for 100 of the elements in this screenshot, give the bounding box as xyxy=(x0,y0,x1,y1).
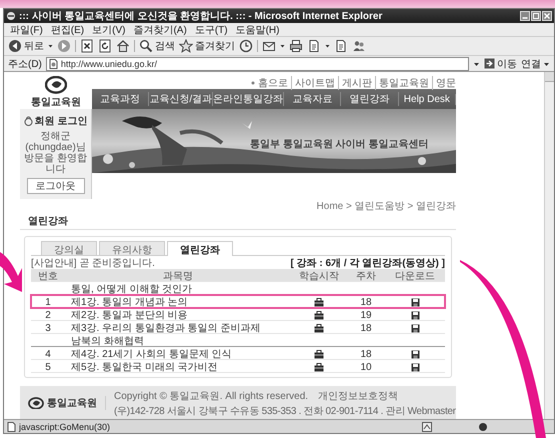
lecture-row[interactable]: 1 제1강. 통일의 개념과 논의 18 xyxy=(31,295,445,308)
page-icon xyxy=(48,58,58,68)
people-icon[interactable] xyxy=(352,39,366,53)
nav-item[interactable]: 교육자료 xyxy=(284,92,342,106)
zone-icon xyxy=(422,422,432,432)
arrow-icon xyxy=(484,58,495,69)
bullet-icon xyxy=(251,80,255,84)
lecture-title[interactable]: 제1강. 통일의 개념과 논의 xyxy=(65,295,291,309)
address-field[interactable]: http://www.uniedu.go.kr/ xyxy=(46,56,469,70)
save-icon[interactable] xyxy=(410,310,420,320)
column-header: 과목명 xyxy=(162,270,194,283)
column-header: 다운로드 xyxy=(394,270,436,283)
history-icon[interactable] xyxy=(239,39,253,53)
briefcase-icon[interactable] xyxy=(314,310,324,320)
menu-item[interactable]: 보기(V) xyxy=(92,22,126,36)
document-icon[interactable] xyxy=(307,39,321,53)
favorites-button[interactable]: 즐겨찾기 xyxy=(179,39,235,53)
save-icon[interactable] xyxy=(410,350,420,358)
search-icon xyxy=(139,39,153,53)
lecture-row[interactable]: 5 제5강. 통일한국 미래의 국가비전 10 xyxy=(31,360,445,373)
banner-title: 통일부 통일교육원 사이버 통일교육센터 xyxy=(250,138,428,151)
page-icon[interactable] xyxy=(334,39,348,53)
refresh-icon[interactable] xyxy=(98,39,112,53)
lock-icon xyxy=(24,116,33,126)
table-cell-text: 10 xyxy=(359,362,373,372)
table-cell-text: 5 xyxy=(44,362,52,372)
nav-item[interactable]: 열린강좌 xyxy=(341,92,399,106)
column-header: 주차 xyxy=(355,270,377,283)
back-icon xyxy=(8,39,22,53)
status-text: javascript:GoMenu(30) xyxy=(19,422,112,432)
briefcase-icon[interactable] xyxy=(314,324,324,332)
tab[interactable]: 강의실 xyxy=(41,241,97,255)
table-cell-text: 3 xyxy=(44,322,52,334)
column-header: 번호 xyxy=(37,270,59,283)
breadcrumb: Home > 열린도움방 > 열린강좌 xyxy=(316,200,456,214)
home-icon[interactable] xyxy=(116,39,130,53)
print-icon[interactable] xyxy=(289,39,303,53)
scrollbar[interactable] xyxy=(544,72,554,419)
save-icon[interactable] xyxy=(410,362,420,372)
page-icon xyxy=(7,422,16,432)
emblem-logo xyxy=(45,76,67,94)
table-cell-text: 2 xyxy=(44,310,52,320)
briefcase-icon[interactable] xyxy=(314,350,324,358)
table-cell-text: 1 xyxy=(44,296,52,308)
logout-button[interactable]: 로그아웃 xyxy=(26,178,84,194)
notice-text: [사업안내] 곧 준비중입니다. xyxy=(31,256,155,270)
welcome-text: 정해군(chungdae)님 방문을 환영합니다 xyxy=(23,131,88,175)
copyright-text: Copyright © 통일교육원. All rights reserved. xyxy=(114,390,308,402)
logo-text[interactable]: 통일교육원 xyxy=(31,94,81,109)
page-title: 열린강좌 xyxy=(20,214,456,230)
emblem-logo xyxy=(28,396,44,410)
table-cell-text: 19 xyxy=(359,310,373,320)
nav-item[interactable]: 교육신청/결과 xyxy=(149,92,214,106)
menu-item[interactable]: 도구(T) xyxy=(194,22,228,36)
lecture-row[interactable]: 3 제3강. 우리의 통일환경과 통일의 준비과제 18 xyxy=(31,321,445,334)
table-cell-text: 18 xyxy=(359,296,373,308)
briefcase-icon[interactable] xyxy=(314,298,324,306)
nav-item[interactable]: 온라인통일강좌 xyxy=(213,92,284,106)
lecture-title[interactable]: 제4강. 21세기 사회의 통일문제 인식 xyxy=(65,347,291,361)
table-cell-text: 18 xyxy=(359,322,373,334)
privacy-link[interactable]: 개인정보보호정책 xyxy=(318,388,398,402)
save-icon[interactable] xyxy=(410,298,420,306)
menu-item[interactable]: 파일(F) xyxy=(10,22,43,36)
lecture-title[interactable]: 제3강. 우리의 통일환경과 통일의 준비과제 xyxy=(65,321,291,335)
internet-icon xyxy=(478,422,488,432)
save-icon[interactable] xyxy=(410,324,420,332)
footer-logo-text: 통일교육원 xyxy=(47,397,97,410)
mail-icon[interactable] xyxy=(262,39,276,53)
nav-item[interactable]: Help Desk xyxy=(398,94,456,104)
lecture-row[interactable]: 4 제4강. 21세기 사회의 통일문제 인식 18 xyxy=(31,347,445,360)
tab[interactable]: 유의사항 xyxy=(99,241,165,255)
links-button[interactable]: 연결 xyxy=(521,56,550,70)
window-title: ::: 사이버 통일교육센터에 오신것을 환영합니다. ::: - Microsoft Internet Explorer xyxy=(19,10,384,23)
minimize-button[interactable] xyxy=(520,11,530,21)
briefcase-icon[interactable] xyxy=(314,362,324,372)
menu-item[interactable]: 편집(E) xyxy=(50,22,84,36)
maximize-button[interactable] xyxy=(531,11,541,21)
lecture-title[interactable]: 제5강. 통일한국 미래의 국가비전 xyxy=(65,360,291,374)
nav-item[interactable]: 교육과정 xyxy=(92,92,150,106)
address-label: 주소(D) xyxy=(8,58,42,70)
search-button[interactable]: 검색 xyxy=(139,39,175,53)
table-cell-text: 18 xyxy=(359,348,373,360)
top-link[interactable]: 홈으로 xyxy=(258,76,288,90)
back-button[interactable]: 뒤로 xyxy=(8,39,44,53)
stop-icon[interactable] xyxy=(80,39,94,53)
group-title: 통일, 어떻게 이해할 것인가 xyxy=(70,283,194,296)
go-button[interactable]: 이동 xyxy=(484,56,517,70)
table-cell-text: 4 xyxy=(44,348,52,360)
menu-item[interactable]: 즐겨찾기(A) xyxy=(133,22,187,36)
group-title: 남북의 화해협력 xyxy=(70,335,145,348)
lecture-title[interactable]: 제2강. 통일과 분단의 비용 xyxy=(65,308,291,322)
login-title: 회원 로그인 xyxy=(34,115,88,128)
lecture-row[interactable]: 2 제2강. 통일과 분단의 비용 19 xyxy=(31,308,445,321)
column-header: 학습시작 xyxy=(298,270,340,283)
close-button[interactable] xyxy=(542,11,552,21)
summary-text: [ 강좌 : 6개 / 각 열린강좌(동영상) ] xyxy=(290,256,445,270)
address-text: (우)142-728 서울시 강북구 수유동 535-353 . 전화 02-901-7114 . 관리 Webmaster xyxy=(114,404,456,418)
tab[interactable]: 열린강좌 xyxy=(167,241,233,256)
star-icon xyxy=(179,39,193,53)
menu-item[interactable]: 도움말(H) xyxy=(236,22,280,36)
